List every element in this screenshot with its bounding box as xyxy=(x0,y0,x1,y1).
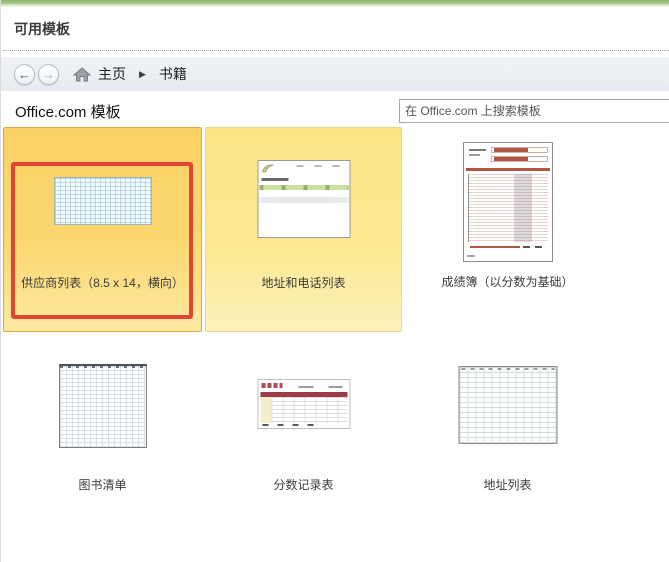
template-tile-supplier-list[interactable]: 供应商列表（8.5 x 14，横向） xyxy=(3,127,202,332)
thumbnail-red-title xyxy=(261,383,282,388)
breadcrumb-nav-bar: ← → 主页 ▶ 书籍 xyxy=(1,57,669,91)
section-title: Office.com 模板 xyxy=(15,104,121,121)
thumbnail-bottom-bar xyxy=(469,245,520,248)
home-icon xyxy=(73,66,91,81)
gradebook-thumbnail xyxy=(462,142,553,262)
template-tile-address-phone-list[interactable]: 地址和电话列表 xyxy=(205,127,402,332)
template-label: 成绩簿（以分数为基础） xyxy=(441,275,574,289)
template-gallery-window: 可用模板 ← → 主页 ▶ 书籍 Office.com 模板 供应商列表（8.5… xyxy=(0,0,669,562)
home-button[interactable] xyxy=(73,66,91,82)
template-tile-score-record[interactable]: 分数记录表 xyxy=(205,350,402,555)
back-arrow-icon: ← xyxy=(18,66,31,82)
breadcrumb-chevron-icon: ▶ xyxy=(139,68,146,79)
thumbnail-text-marks xyxy=(328,386,342,388)
back-button[interactable]: ← xyxy=(14,63,35,85)
forward-arrow-icon: → xyxy=(42,66,55,82)
thumbnail-header-marks xyxy=(461,368,554,370)
score-record-thumbnail xyxy=(257,379,350,429)
address-phone-thumbnail xyxy=(257,160,350,238)
thumbnail-field-box xyxy=(490,147,548,153)
thumbnail-table-rows xyxy=(467,174,548,242)
template-label: 地址和电话列表 xyxy=(261,276,346,290)
template-label: 分数记录表 xyxy=(273,478,334,492)
template-tile-gradebook[interactable]: 成绩簿（以分数为基础） xyxy=(408,127,607,332)
thumbnail-title-line xyxy=(468,149,486,151)
thumbnail-divider-bar xyxy=(465,168,550,171)
breadcrumb-current[interactable]: 书籍 xyxy=(159,64,187,84)
thumbnail-title-line xyxy=(261,178,288,181)
book-list-thumbnail xyxy=(58,364,147,448)
window-top-strip xyxy=(1,0,669,7)
thumbnail-field-box xyxy=(490,156,548,162)
template-label: 图书清单 xyxy=(78,478,127,492)
red-annotation-box xyxy=(11,162,193,319)
template-tile-book-list[interactable]: 图书清单 xyxy=(3,350,202,555)
thumbnail-yellow-column xyxy=(260,397,271,423)
thumbnail-header-marks xyxy=(59,366,146,368)
address-list-thumbnail xyxy=(458,366,557,444)
thumbnail-subtitle-line xyxy=(468,154,480,156)
thumbnail-data-row xyxy=(259,197,348,203)
thumbnail-text-marks xyxy=(296,165,342,167)
thumbnail-footer-marks xyxy=(262,424,317,426)
search-input[interactable] xyxy=(399,99,669,123)
thumbnail-header-row xyxy=(259,185,348,190)
template-grid: 供应商列表（8.5 x 14，横向） 地址和电话列表 成绩簿（以分数为基础） 图… xyxy=(1,127,669,562)
thumbnail-table-rows xyxy=(260,397,347,423)
leaf-logo-icon xyxy=(261,164,274,173)
title-separator xyxy=(3,50,669,51)
page-title: 可用模板 xyxy=(14,21,70,37)
template-label: 地址列表 xyxy=(483,478,532,492)
thumbnail-gray-column xyxy=(513,174,532,242)
template-tile-address-list[interactable]: 地址列表 xyxy=(408,350,607,555)
thumbnail-bottom-marks xyxy=(522,246,545,248)
forward-button[interactable]: → xyxy=(38,63,59,85)
breadcrumb-home[interactable]: 主页 xyxy=(98,64,126,84)
thumbnail-footer-mark xyxy=(466,255,475,257)
thumbnail-text-marks xyxy=(298,386,313,388)
